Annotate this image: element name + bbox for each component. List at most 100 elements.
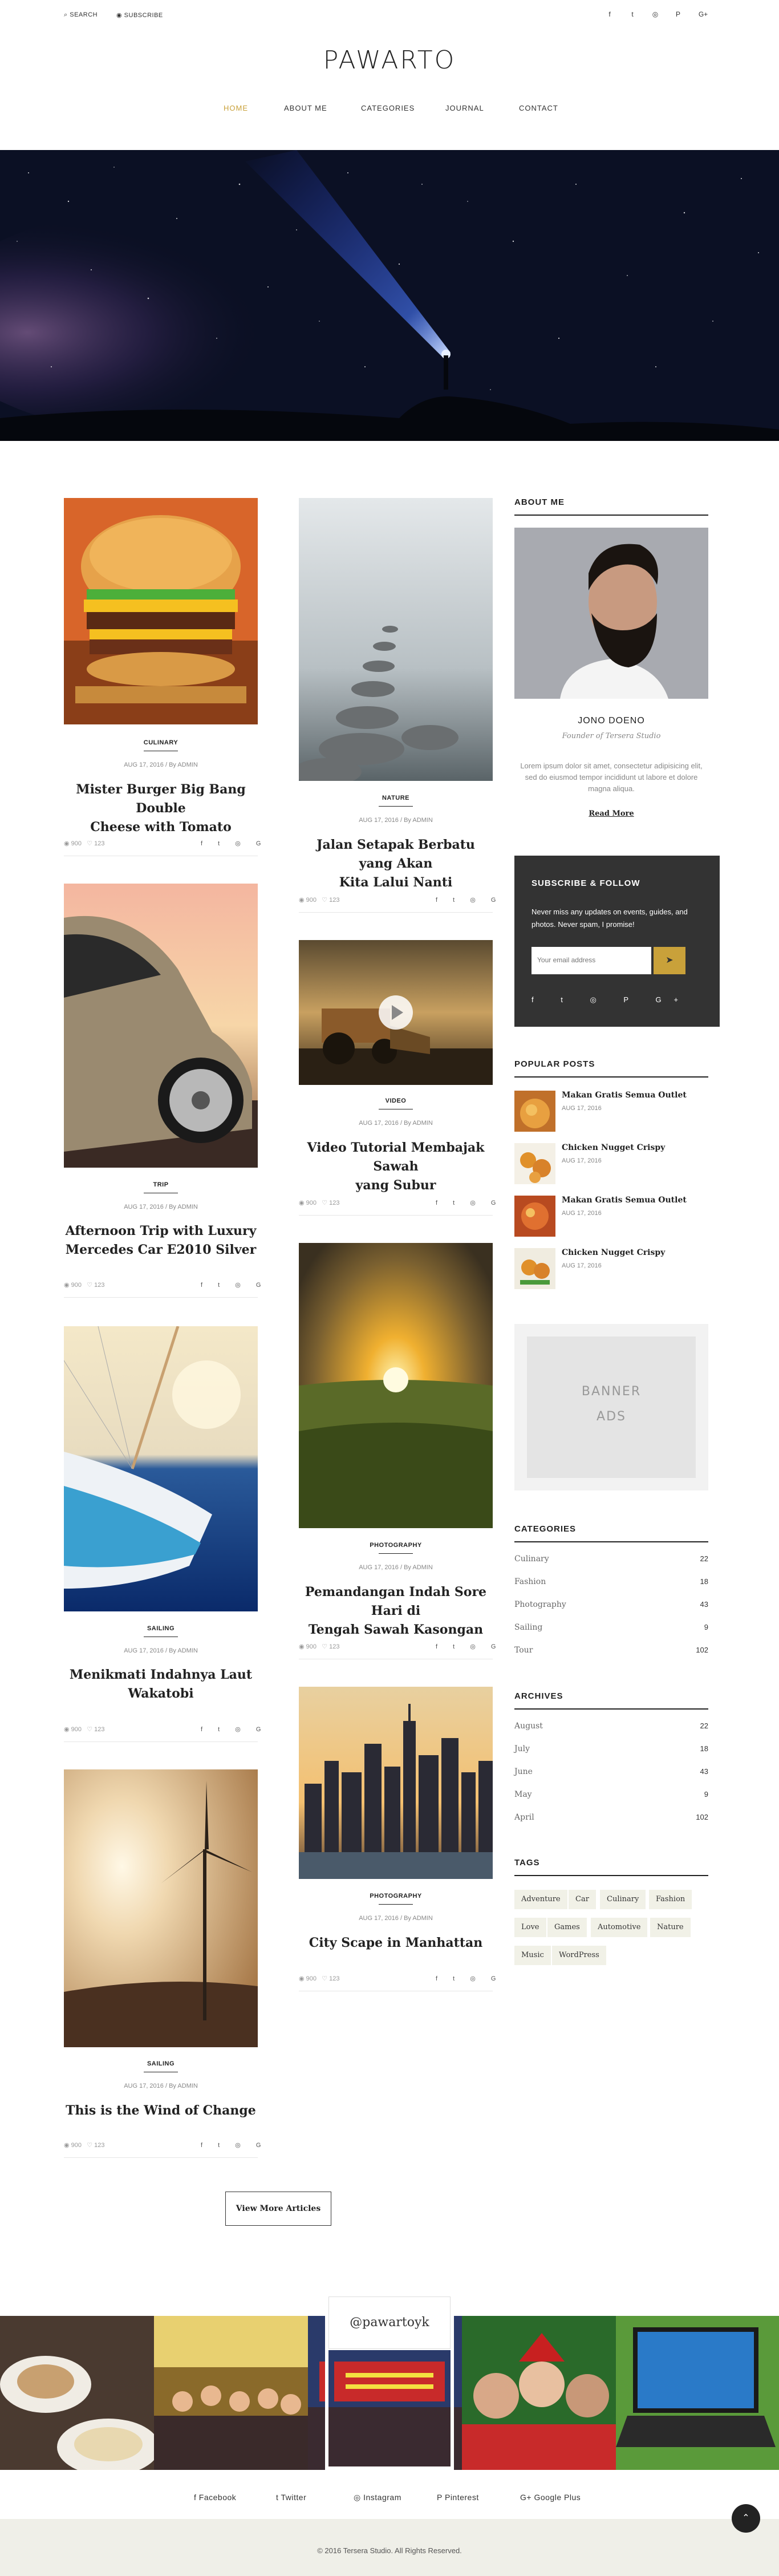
post-category[interactable]: TRIP: [64, 1181, 258, 1188]
post-title[interactable]: Menikmati Indahnya Laut Wakatobi: [64, 1666, 258, 1703]
post-image-burger[interactable]: [64, 498, 258, 724]
nav-journal[interactable]: JOURNAL: [445, 104, 484, 112]
site-logo[interactable]: PAWARTO: [0, 46, 779, 75]
heart-icon[interactable]: ♡: [87, 2142, 92, 2149]
post-share-icons[interactable]: f t ◎ G: [201, 2141, 267, 2149]
popular-thumb[interactable]: [514, 1091, 555, 1132]
tag-culinary[interactable]: Culinary: [600, 1890, 646, 1909]
twitter-icon[interactable]: t: [627, 10, 638, 18]
post-category[interactable]: PHOTOGRAPHY: [299, 1893, 493, 1899]
popular-post-title[interactable]: Makan Gratis Semua Outlet: [562, 1196, 687, 1205]
play-button[interactable]: [379, 995, 413, 1030]
footer-pinterest-link[interactable]: P Pinterest: [437, 2493, 479, 2502]
popular-thumb[interactable]: [514, 1143, 555, 1184]
heart-icon[interactable]: ♡: [322, 1643, 327, 1650]
search-link[interactable]: ⌕ SEARCH: [64, 11, 98, 19]
tag-fashion[interactable]: Fashion: [649, 1890, 692, 1909]
archive-link[interactable]: April: [514, 1813, 534, 1822]
heart-icon[interactable]: ♡: [322, 1200, 327, 1206]
post-image-sunset-field[interactable]: [299, 1243, 493, 1528]
category-link[interactable]: Sailing: [514, 1623, 542, 1632]
tag-games[interactable]: Games: [547, 1918, 587, 1937]
post-category[interactable]: VIDEO: [299, 1097, 493, 1104]
archive-link[interactable]: August: [514, 1722, 543, 1731]
pinterest-icon[interactable]: P: [673, 10, 683, 18]
nav-home[interactable]: HOME: [224, 104, 248, 112]
popular-post-title[interactable]: Chicken Nugget Crispy: [562, 1248, 665, 1257]
read-more-link[interactable]: Read More: [514, 809, 708, 818]
post-share-icons[interactable]: f t ◎ G: [436, 1199, 502, 1206]
footer-googleplus-link[interactable]: G+ Google Plus: [520, 2493, 581, 2502]
post-category[interactable]: SAILING: [64, 2060, 258, 2067]
email-field[interactable]: [531, 947, 651, 973]
category-link[interactable]: Photography: [514, 1600, 566, 1609]
nav-categories[interactable]: CATEGORIES: [361, 104, 415, 112]
category-link[interactable]: Tour: [514, 1646, 533, 1655]
category-link[interactable]: Culinary: [514, 1554, 549, 1564]
post-image-windmill[interactable]: [64, 1769, 258, 2047]
post-category[interactable]: PHOTOGRAPHY: [299, 1542, 493, 1549]
instagram-handle[interactable]: @pawartoyk: [328, 2296, 451, 2349]
post-title[interactable]: Jalan Setapak Berbatu yang Akan Kita Lal…: [299, 836, 493, 892]
post-title[interactable]: Afternoon Trip with Luxury Mercedes Car …: [64, 1222, 258, 1259]
post-share-icons[interactable]: f t ◎ G: [436, 1975, 502, 1982]
post-share-icons[interactable]: f t ◎ G: [436, 1643, 502, 1650]
tag-automotive[interactable]: Automotive: [591, 1918, 648, 1937]
nav-about[interactable]: ABOUT ME: [284, 104, 327, 112]
tag-nature[interactable]: Nature: [650, 1918, 691, 1937]
heart-icon[interactable]: ♡: [87, 1282, 92, 1289]
post-title[interactable]: City Scape in Manhattan: [299, 1934, 493, 1953]
subscribe-link[interactable]: ◉ SUBSCRIBE: [116, 11, 163, 19]
post-title[interactable]: Mister Burger Big Bang Double Cheese wit…: [64, 780, 258, 837]
instagram-photo[interactable]: [616, 2316, 779, 2470]
tag-music[interactable]: Music: [514, 1946, 551, 1965]
post-share-icons[interactable]: f t ◎ G: [201, 1281, 267, 1289]
tag-car[interactable]: Car: [569, 1890, 596, 1909]
subscribe-social-icons[interactable]: f t ◎ P G+: [531, 995, 691, 1005]
post-image-city[interactable]: [299, 1687, 493, 1879]
post-image-sailing[interactable]: [64, 1326, 258, 1611]
category-link[interactable]: Fashion: [514, 1577, 546, 1586]
post-title[interactable]: Video Tutorial Membajak Sawah yang Subur: [299, 1139, 493, 1195]
tag-love[interactable]: Love: [514, 1918, 546, 1937]
post-title[interactable]: Pemandangan Indah Sore Hari di Tengah Sa…: [299, 1583, 493, 1639]
post-image-car[interactable]: [64, 884, 258, 1168]
archive-link[interactable]: June: [514, 1767, 533, 1776]
archive-link[interactable]: May: [514, 1790, 532, 1799]
instagram-photo[interactable]: [0, 2316, 160, 2476]
popular-post-title[interactable]: Chicken Nugget Crispy: [562, 1143, 665, 1152]
post-share-icons[interactable]: f t ◎ G: [201, 840, 267, 847]
post-category[interactable]: CULINARY: [64, 739, 258, 746]
post-share-icons[interactable]: f t ◎ G: [436, 896, 502, 904]
archive-link[interactable]: July: [514, 1744, 530, 1753]
facebook-icon[interactable]: f: [604, 10, 615, 18]
post-category[interactable]: NATURE: [299, 795, 493, 801]
google-plus-icon[interactable]: G+: [696, 10, 711, 18]
heart-icon[interactable]: ♡: [322, 1975, 327, 1982]
post-category[interactable]: SAILING: [64, 1625, 258, 1632]
instagram-photo[interactable]: [462, 2316, 616, 2470]
banner-ads[interactable]: BANNER ADS: [514, 1324, 708, 1490]
popular-thumb[interactable]: [514, 1196, 555, 1237]
heart-icon[interactable]: ♡: [87, 840, 92, 847]
post-image-tractor-video[interactable]: [299, 940, 493, 1085]
popular-post-title[interactable]: Makan Gratis Semua Outlet: [562, 1091, 687, 1100]
footer-facebook-link[interactable]: f Facebook: [194, 2493, 236, 2502]
post-title[interactable]: This is the Wind of Change: [64, 2101, 258, 2120]
popular-thumb[interactable]: [514, 1248, 555, 1289]
heart-icon[interactable]: ♡: [87, 1726, 92, 1733]
subscribe-button[interactable]: ➤: [654, 947, 685, 974]
instagram-photo[interactable]: [154, 2316, 308, 2470]
tag-adventure[interactable]: Adventure: [514, 1890, 567, 1909]
tag-wordpress[interactable]: WordPress: [552, 1946, 606, 1965]
nav-contact[interactable]: CONTACT: [519, 104, 558, 112]
footer-twitter-link[interactable]: t Twitter: [276, 2493, 306, 2502]
heart-icon[interactable]: ♡: [322, 897, 327, 904]
view-more-button[interactable]: View More Articles: [225, 2192, 331, 2226]
post-image-rocks[interactable]: [299, 498, 493, 781]
footer-instagram-link[interactable]: ◎ Instagram: [354, 2493, 401, 2502]
instagram-icon[interactable]: ◎: [650, 10, 660, 18]
email-input[interactable]: [531, 947, 651, 974]
back-to-top-button[interactable]: ⌃: [732, 2504, 760, 2533]
post-share-icons[interactable]: f t ◎ G: [201, 1726, 267, 1733]
